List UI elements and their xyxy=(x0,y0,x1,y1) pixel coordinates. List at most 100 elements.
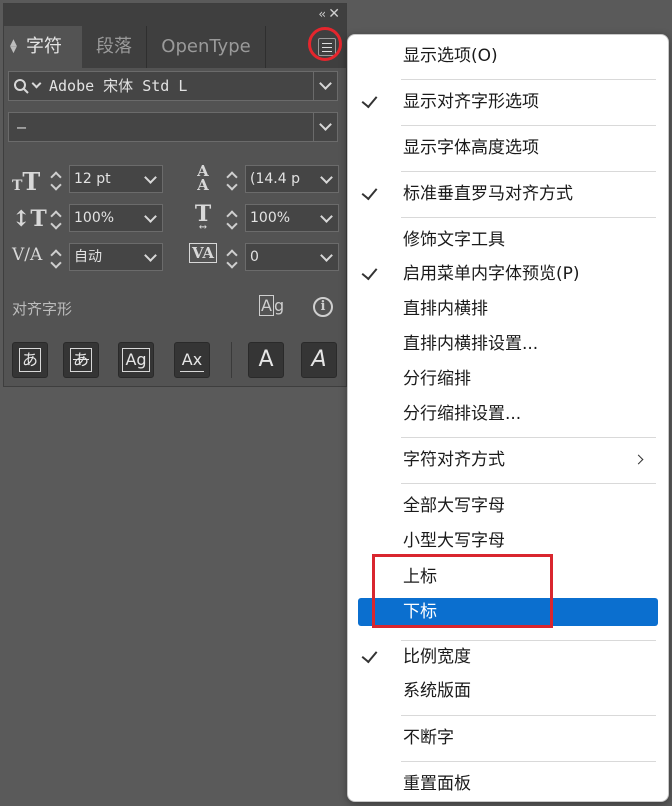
menu-item-touch-type-tool[interactable]: 修饰文字工具 xyxy=(348,224,668,256)
collapse-panel-icon[interactable]: ‹‹ xyxy=(318,7,325,21)
menu-item-label: 显示选项(O) xyxy=(403,46,498,66)
check-icon xyxy=(361,91,378,109)
align-angle-glyph: A xyxy=(311,347,327,372)
tab-opentype-label: OpenType xyxy=(161,36,251,57)
menu-item-all-caps[interactable]: 全部大写字母 xyxy=(348,490,668,522)
tracking-value: 0 xyxy=(250,249,259,265)
menu-separator xyxy=(401,217,656,218)
search-icon[interactable] xyxy=(13,78,33,96)
menu-separator xyxy=(401,715,656,716)
tab-opentype[interactable]: OpenType xyxy=(147,26,265,68)
font-family-select[interactable]: Adobe 宋体 Std L xyxy=(8,71,338,101)
glyph-button-divider xyxy=(231,342,232,378)
panel-tabs: ▲ ▼ 字符 段落 OpenType xyxy=(4,26,346,68)
menu-item-show-glyph-alignment[interactable]: 显示对齐字形选项 xyxy=(348,86,668,118)
tab-character-label: 字符 xyxy=(26,36,62,57)
glyph-alignment-label: 对齐字形 xyxy=(12,300,73,318)
leading-value: (14.4 p xyxy=(250,171,300,187)
panel-title-bar: ‹‹ ✕ xyxy=(4,4,346,26)
font-size-field[interactable]: 12 pt xyxy=(69,165,163,193)
close-panel-icon[interactable]: ✕ xyxy=(328,6,340,22)
dropdown-divider xyxy=(313,113,314,141)
leading-icon: AA xyxy=(197,162,209,194)
menu-item-label: 分行缩排 xyxy=(403,369,471,389)
glyph-alignment-icon[interactable]: Ag xyxy=(259,295,285,318)
kerning-field[interactable]: 自动 xyxy=(69,243,163,271)
tab-paragraph[interactable]: 段落 xyxy=(82,26,146,68)
character-panel: ‹‹ ✕ ▲▼ 字符 段落 OpenType Adobe 宋体 Std L – xyxy=(3,3,347,387)
vertical-scale-stepper[interactable] xyxy=(48,206,64,232)
align-anchor-button[interactable]: A xyxy=(248,342,284,378)
menu-item-label: 启用菜单内字体预览(P) xyxy=(403,264,580,284)
menu-button-highlight-circle xyxy=(308,27,342,61)
horizontal-scale-field[interactable]: 100% xyxy=(245,204,339,232)
chevron-down-icon[interactable] xyxy=(320,249,333,262)
horizontal-scale-value: 100% xyxy=(250,210,291,226)
menu-item-label: 标准垂直罗马对齐方式 xyxy=(403,184,573,204)
chevron-down-icon[interactable] xyxy=(319,77,332,90)
chevron-right-icon xyxy=(633,454,644,465)
menu-item-no-break[interactable]: 不断字 xyxy=(348,722,668,754)
menu-item-warichu[interactable]: 分行缩排 xyxy=(348,363,668,395)
tab-expand-icon[interactable]: ▲ ▼ xyxy=(10,39,17,55)
chevron-down-icon[interactable] xyxy=(144,210,157,223)
menu-item-small-caps[interactable]: 小型大写字母 xyxy=(348,525,668,557)
menu-item-tate-chu-yoko-settings[interactable]: 直排内横排设置... xyxy=(348,328,668,360)
align-em-box-button[interactable]: あ xyxy=(12,342,48,378)
dropdown-divider xyxy=(313,72,314,100)
horizontal-scale-stepper[interactable] xyxy=(224,206,240,232)
menu-item-label: 显示对齐字形选项 xyxy=(403,92,539,112)
kerning-stepper[interactable] xyxy=(48,245,64,271)
chevron-down-icon[interactable] xyxy=(144,171,157,184)
vertical-scale-field[interactable]: 100% xyxy=(69,204,163,232)
menu-item-label: 全部大写字母 xyxy=(403,496,505,516)
font-style-select[interactable]: – xyxy=(8,112,338,142)
menu-item-character-alignment[interactable]: 字符对齐方式 xyxy=(348,444,668,476)
tab-paragraph-label: 段落 xyxy=(96,36,132,57)
menu-item-label: 字符对齐方式 xyxy=(403,450,505,470)
font-style-value: – xyxy=(17,118,27,136)
menu-item-system-layout[interactable]: 系统版面 xyxy=(348,675,668,707)
info-icon[interactable]: i xyxy=(313,297,333,317)
align-icf-box-button[interactable]: あ xyxy=(63,342,99,378)
menu-item-show-font-height[interactable]: 显示字体高度选项 xyxy=(348,132,668,164)
menu-item-show-options[interactable]: 显示选项(O) xyxy=(348,40,668,72)
menu-item-label: 不断字 xyxy=(403,728,454,748)
menu-item-in-menu-font-preview[interactable]: 启用菜单内字体预览(P) xyxy=(348,258,668,290)
chevron-down-icon[interactable] xyxy=(320,210,333,223)
leading-stepper[interactable] xyxy=(224,167,240,193)
tab-character[interactable]: ▲ ▼ 字符 xyxy=(4,26,82,68)
tab-divider xyxy=(265,26,266,68)
align-glyph-bounds-button[interactable]: Ag xyxy=(118,342,154,378)
font-size-stepper[interactable] xyxy=(48,167,64,193)
align-em-box-glyph: あ xyxy=(18,348,41,372)
check-icon xyxy=(361,183,378,201)
align-anchor-glyph: A xyxy=(258,347,274,372)
menu-item-reset-panel[interactable]: 重置面板 xyxy=(348,768,668,800)
tracking-field[interactable]: 0 xyxy=(245,243,339,271)
font-family-value: Adobe 宋体 Std L xyxy=(49,77,188,95)
search-dropdown-icon[interactable] xyxy=(31,78,42,89)
leading-field[interactable]: (14.4 p xyxy=(245,165,339,193)
chevron-down-icon[interactable] xyxy=(144,249,157,262)
menu-item-label: 直排内横排 xyxy=(403,299,488,319)
tracking-icon: VA xyxy=(188,243,218,269)
tracking-stepper[interactable] xyxy=(224,245,240,271)
menu-separator xyxy=(401,437,656,438)
horizontal-scale-icon: T ↔ xyxy=(194,201,212,233)
menu-item-tate-chu-yoko[interactable]: 直排内横排 xyxy=(348,293,668,325)
font-size-icon: TT xyxy=(12,167,41,196)
menu-item-standard-vertical-roman[interactable]: 标准垂直罗马对齐方式 xyxy=(348,178,668,210)
menu-item-proportional-width[interactable]: 比例宽度 xyxy=(348,641,668,673)
kerning-value: 自动 xyxy=(74,249,102,265)
chevron-down-icon[interactable] xyxy=(320,171,333,184)
check-icon xyxy=(361,263,378,281)
align-angle-button[interactable]: A xyxy=(301,342,337,378)
menu-item-label: 系统版面 xyxy=(403,681,471,701)
menu-item-label: 分行缩排设置... xyxy=(403,404,522,424)
chevron-down-icon[interactable] xyxy=(319,118,332,131)
align-icf-box-glyph: あ xyxy=(69,348,92,372)
align-baseline-button[interactable]: Ax xyxy=(174,342,210,378)
menu-item-warichu-settings[interactable]: 分行缩排设置... xyxy=(348,398,668,430)
menu-item-label: 比例宽度 xyxy=(403,647,471,667)
